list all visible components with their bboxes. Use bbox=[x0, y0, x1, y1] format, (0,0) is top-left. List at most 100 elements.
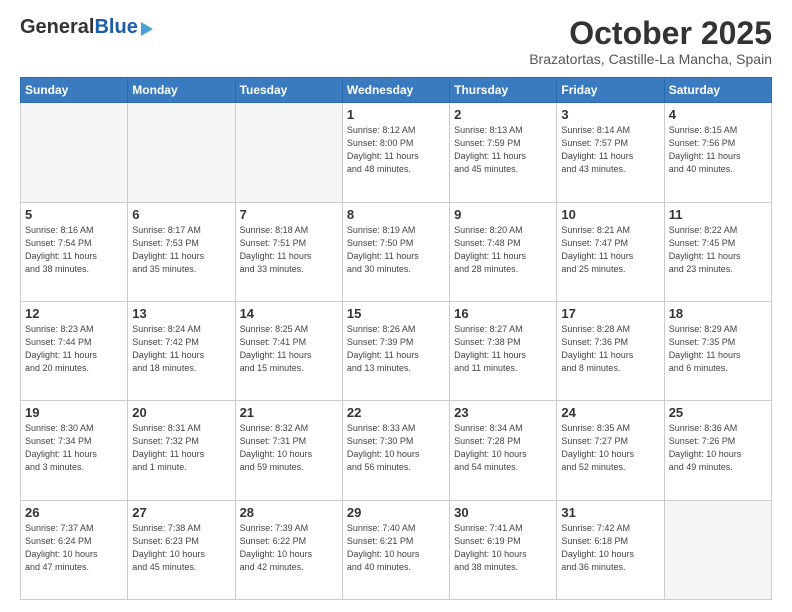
calendar-cell: 30 Sunrise: 7:41 AMSunset: 6:19 PMDayligh… bbox=[450, 500, 557, 599]
location-subtitle: Brazatortas, Castille-La Mancha, Spain bbox=[529, 51, 772, 67]
calendar-cell: 5 Sunrise: 8:16 AMSunset: 7:54 PMDaylight… bbox=[21, 202, 128, 301]
calendar-cell: 16 Sunrise: 8:27 AMSunset: 7:38 PMDayligh… bbox=[450, 301, 557, 400]
day-info: Sunrise: 8:34 AMSunset: 7:28 PMDaylight:… bbox=[454, 422, 552, 474]
day-info: Sunrise: 8:12 AMSunset: 8:00 PMDaylight:… bbox=[347, 124, 445, 176]
calendar-cell: 15Sunrise: 8:26 AMSunset: 7:39 PMDayligh… bbox=[342, 301, 449, 400]
calendar-week-row: 5 Sunrise: 8:16 AMSunset: 7:54 PMDaylight… bbox=[21, 202, 772, 301]
day-number: 20 bbox=[132, 405, 230, 420]
calendar-cell: 21Sunrise: 8:32 AMSunset: 7:31 PMDayligh… bbox=[235, 401, 342, 500]
day-number: 14 bbox=[240, 306, 338, 321]
calendar-cell: 19Sunrise: 8:30 AMSunset: 7:34 PMDayligh… bbox=[21, 401, 128, 500]
day-info: Sunrise: 8:31 AMSunset: 7:32 PMDaylight:… bbox=[132, 422, 230, 474]
day-info: Sunrise: 8:24 AMSunset: 7:42 PMDaylight:… bbox=[132, 323, 230, 375]
day-number: 30 bbox=[454, 505, 552, 520]
day-info: Sunrise: 7:39 AMSunset: 6:22 PMDaylight:… bbox=[240, 522, 338, 574]
calendar-cell: 7 Sunrise: 8:18 AMSunset: 7:51 PMDaylight… bbox=[235, 202, 342, 301]
logo-general: General bbox=[20, 16, 94, 39]
calendar-cell: 11 Sunrise: 8:22 AMSunset: 7:45 PMDayligh… bbox=[664, 202, 771, 301]
calendar-week-row: 12 Sunrise: 8:23 AMSunset: 7:44 PMDayligh… bbox=[21, 301, 772, 400]
day-number: 12 bbox=[25, 306, 123, 321]
calendar-cell: 22 Sunrise: 8:33 AMSunset: 7:30 PMDayligh… bbox=[342, 401, 449, 500]
calendar-cell: 1Sunrise: 8:12 AMSunset: 8:00 PMDaylight… bbox=[342, 103, 449, 202]
calendar-cell bbox=[21, 103, 128, 202]
day-number: 22 bbox=[347, 405, 445, 420]
header-friday: Friday bbox=[557, 78, 664, 103]
day-info: Sunrise: 8:23 AMSunset: 7:44 PMDaylight:… bbox=[25, 323, 123, 375]
logo-blue: Blue bbox=[94, 16, 137, 39]
calendar-cell: 28 Sunrise: 7:39 AMSunset: 6:22 PMDayligh… bbox=[235, 500, 342, 599]
calendar-cell: 6 Sunrise: 8:17 AMSunset: 7:53 PMDaylight… bbox=[128, 202, 235, 301]
day-number: 25 bbox=[669, 405, 767, 420]
day-info: Sunrise: 8:17 AMSunset: 7:53 PMDaylight:… bbox=[132, 224, 230, 276]
calendar-cell: 18Sunrise: 8:29 AMSunset: 7:35 PMDayligh… bbox=[664, 301, 771, 400]
day-number: 6 bbox=[132, 207, 230, 222]
calendar-cell: 17 Sunrise: 8:28 AMSunset: 7:36 PMDayligh… bbox=[557, 301, 664, 400]
day-number: 17 bbox=[561, 306, 659, 321]
day-info: Sunrise: 8:18 AMSunset: 7:51 PMDaylight:… bbox=[240, 224, 338, 276]
day-number: 26 bbox=[25, 505, 123, 520]
day-number: 24 bbox=[561, 405, 659, 420]
calendar-cell: 13 Sunrise: 8:24 AMSunset: 7:42 PMDayligh… bbox=[128, 301, 235, 400]
calendar-cell: 23Sunrise: 8:34 AMSunset: 7:28 PMDayligh… bbox=[450, 401, 557, 500]
calendar-cell: 25 Sunrise: 8:36 AMSunset: 7:26 PMDayligh… bbox=[664, 401, 771, 500]
day-info: Sunrise: 8:16 AMSunset: 7:54 PMDaylight:… bbox=[25, 224, 123, 276]
day-number: 13 bbox=[132, 306, 230, 321]
day-info: Sunrise: 8:19 AMSunset: 7:50 PMDaylight:… bbox=[347, 224, 445, 276]
header-saturday: Saturday bbox=[664, 78, 771, 103]
day-info: Sunrise: 7:37 AMSunset: 6:24 PMDaylight:… bbox=[25, 522, 123, 574]
calendar-cell: 31 Sunrise: 7:42 AMSunset: 6:18 PMDayligh… bbox=[557, 500, 664, 599]
header-thursday: Thursday bbox=[450, 78, 557, 103]
day-info: Sunrise: 8:36 AMSunset: 7:26 PMDaylight:… bbox=[669, 422, 767, 474]
calendar-cell: 9Sunrise: 8:20 AMSunset: 7:48 PMDaylight… bbox=[450, 202, 557, 301]
header-sunday: Sunday bbox=[21, 78, 128, 103]
day-info: Sunrise: 8:14 AMSunset: 7:57 PMDaylight:… bbox=[561, 124, 659, 176]
calendar-cell bbox=[664, 500, 771, 599]
day-number: 5 bbox=[25, 207, 123, 222]
calendar-cell: 27 Sunrise: 7:38 AMSunset: 6:23 PMDayligh… bbox=[128, 500, 235, 599]
day-number: 27 bbox=[132, 505, 230, 520]
day-info: Sunrise: 8:13 AMSunset: 7:59 PMDaylight:… bbox=[454, 124, 552, 176]
calendar-cell: 14Sunrise: 8:25 AMSunset: 7:41 PMDayligh… bbox=[235, 301, 342, 400]
logo-arrow-icon bbox=[141, 22, 153, 36]
day-info: Sunrise: 7:42 AMSunset: 6:18 PMDaylight:… bbox=[561, 522, 659, 574]
day-number: 16 bbox=[454, 306, 552, 321]
day-number: 21 bbox=[240, 405, 338, 420]
calendar-cell: 4 Sunrise: 8:15 AMSunset: 7:56 PMDaylight… bbox=[664, 103, 771, 202]
calendar-cell: 2 Sunrise: 8:13 AMSunset: 7:59 PMDaylight… bbox=[450, 103, 557, 202]
day-info: Sunrise: 7:38 AMSunset: 6:23 PMDaylight:… bbox=[132, 522, 230, 574]
calendar-cell: 10Sunrise: 8:21 AMSunset: 7:47 PMDayligh… bbox=[557, 202, 664, 301]
calendar-cell: 12 Sunrise: 8:23 AMSunset: 7:44 PMDayligh… bbox=[21, 301, 128, 400]
day-number: 2 bbox=[454, 107, 552, 122]
day-number: 28 bbox=[240, 505, 338, 520]
day-number: 10 bbox=[561, 207, 659, 222]
day-info: Sunrise: 8:30 AMSunset: 7:34 PMDaylight:… bbox=[25, 422, 123, 474]
calendar-cell: 29Sunrise: 7:40 AMSunset: 6:21 PMDayligh… bbox=[342, 500, 449, 599]
day-number: 11 bbox=[669, 207, 767, 222]
month-title: October 2025 bbox=[529, 16, 772, 51]
calendar-cell: 24Sunrise: 8:35 AMSunset: 7:27 PMDayligh… bbox=[557, 401, 664, 500]
day-info: Sunrise: 8:22 AMSunset: 7:45 PMDaylight:… bbox=[669, 224, 767, 276]
weekday-header-row: Sunday Monday Tuesday Wednesday Thursday… bbox=[21, 78, 772, 103]
day-number: 8 bbox=[347, 207, 445, 222]
calendar-cell bbox=[128, 103, 235, 202]
day-number: 15 bbox=[347, 306, 445, 321]
calendar-table: Sunday Monday Tuesday Wednesday Thursday… bbox=[20, 77, 772, 600]
header-tuesday: Tuesday bbox=[235, 78, 342, 103]
calendar-body: 1Sunrise: 8:12 AMSunset: 8:00 PMDaylight… bbox=[21, 103, 772, 600]
day-number: 31 bbox=[561, 505, 659, 520]
day-number: 9 bbox=[454, 207, 552, 222]
calendar-cell: 26 Sunrise: 7:37 AMSunset: 6:24 PMDayligh… bbox=[21, 500, 128, 599]
page: General Blue October 2025 Brazatortas, C… bbox=[0, 0, 792, 612]
header-monday: Monday bbox=[128, 78, 235, 103]
day-number: 4 bbox=[669, 107, 767, 122]
day-info: Sunrise: 7:40 AMSunset: 6:21 PMDaylight:… bbox=[347, 522, 445, 574]
day-info: Sunrise: 8:27 AMSunset: 7:38 PMDaylight:… bbox=[454, 323, 552, 375]
calendar-cell: 3Sunrise: 8:14 AMSunset: 7:57 PMDaylight… bbox=[557, 103, 664, 202]
day-info: Sunrise: 8:28 AMSunset: 7:36 PMDaylight:… bbox=[561, 323, 659, 375]
day-info: Sunrise: 8:33 AMSunset: 7:30 PMDaylight:… bbox=[347, 422, 445, 474]
day-info: Sunrise: 8:15 AMSunset: 7:56 PMDaylight:… bbox=[669, 124, 767, 176]
header-wednesday: Wednesday bbox=[342, 78, 449, 103]
day-info: Sunrise: 7:41 AMSunset: 6:19 PMDaylight:… bbox=[454, 522, 552, 574]
day-number: 7 bbox=[240, 207, 338, 222]
header: General Blue October 2025 Brazatortas, C… bbox=[20, 16, 772, 67]
